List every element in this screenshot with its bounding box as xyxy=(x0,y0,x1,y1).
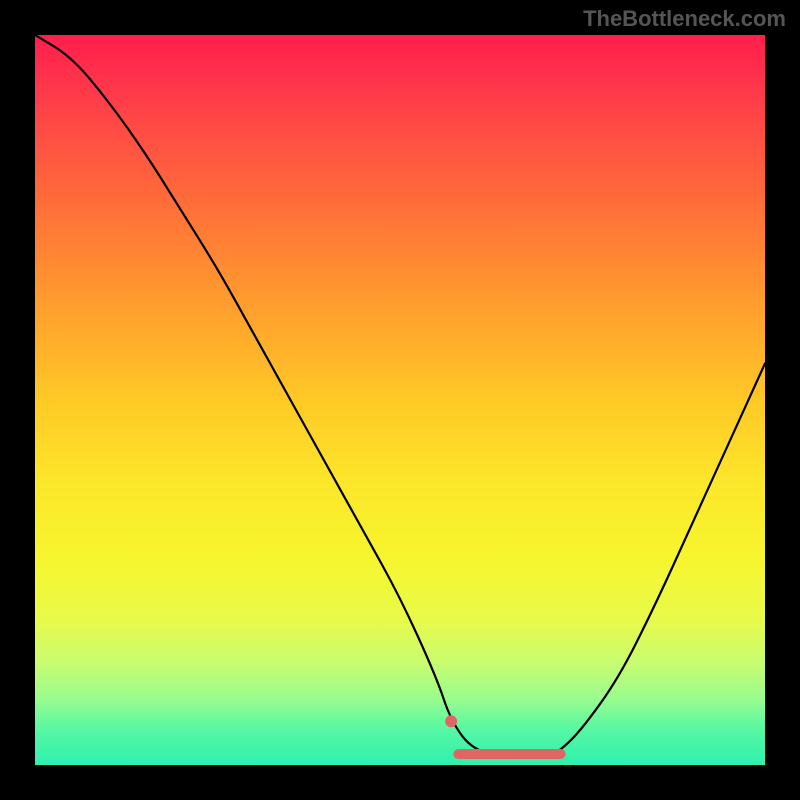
optimal-start-dot xyxy=(445,715,457,727)
watermark-text: TheBottleneck.com xyxy=(583,6,786,32)
plot-area xyxy=(35,35,765,765)
bottleneck-curve-path xyxy=(35,35,765,758)
chart-svg xyxy=(35,35,765,765)
